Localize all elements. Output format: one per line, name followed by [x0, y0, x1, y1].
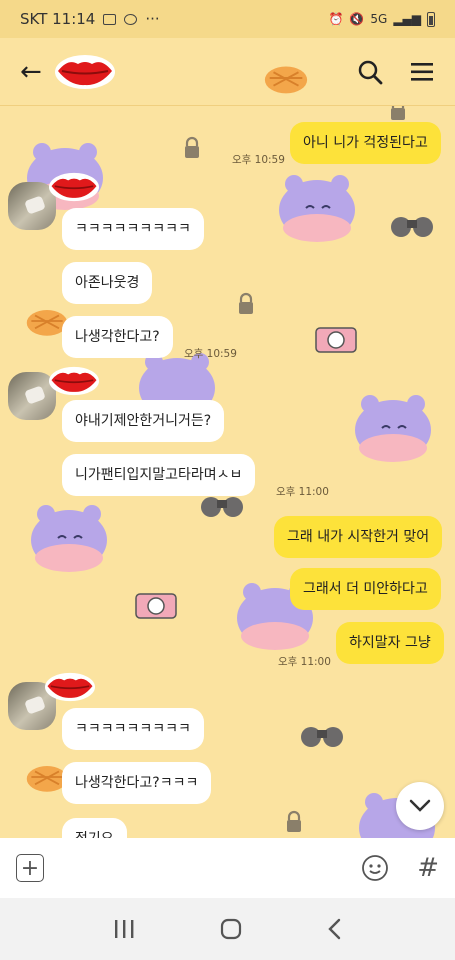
attach-button[interactable]: + — [16, 854, 44, 882]
message-bubble-received[interactable]: ㅋㅋㅋㅋㅋㅋㅋㅋㅋ — [62, 208, 204, 250]
system-nav-bar — [0, 898, 455, 960]
chat-header: ← — [0, 38, 455, 106]
message-bubble-sent[interactable]: 하지말자 그냥 — [336, 622, 444, 664]
lock-sticker — [287, 810, 301, 832]
lock-sticker — [239, 292, 253, 314]
lock-sticker — [185, 136, 199, 158]
lock-sticker — [391, 106, 405, 120]
message-bubble-received[interactable]: 나생각한다고?ㅋㅋㅋ — [62, 762, 212, 804]
back-nav-icon[interactable] — [327, 918, 343, 940]
hippo-sticker — [355, 395, 431, 462]
hashtag-search-button[interactable]: # — [417, 853, 439, 883]
status-bar: SKT 11:14 ··· ⏰ 🔇 5G ▂▄▆ — [0, 0, 455, 38]
hippo-sticker — [31, 505, 107, 572]
alarm-icon: ⏰ — [328, 12, 344, 26]
talk-icon — [124, 13, 138, 25]
camera-sticker — [135, 593, 177, 619]
bread-sticker — [264, 66, 308, 94]
message-time: 오후 10:59 — [232, 154, 285, 166]
message-input-bar: + # — [0, 838, 455, 898]
signal-icon: ▂▄▆ — [393, 12, 421, 26]
camera-sticker — [315, 327, 357, 353]
emoji-icon[interactable] — [361, 854, 389, 882]
network-label: 5G — [370, 12, 388, 26]
message-bubble-received[interactable]: 나생각한다고? — [62, 316, 173, 358]
menu-icon[interactable] — [409, 61, 435, 83]
search-icon[interactable] — [357, 59, 383, 85]
message-time: 오후 10:59 — [184, 348, 237, 360]
battery-icon — [427, 11, 435, 27]
message-bubble-received[interactable]: 야내기제안한거니거든? — [62, 400, 225, 442]
more-notifications: ··· — [145, 10, 160, 28]
message-bubble-sent[interactable]: 그래서 더 미안하다고 — [290, 568, 441, 610]
recent-apps-icon[interactable] — [113, 919, 135, 939]
message-bubble-sent[interactable]: 그래 내가 시작한거 맞어 — [274, 516, 443, 558]
sender-name-lips — [49, 366, 99, 396]
back-button[interactable]: ← — [20, 57, 52, 87]
message-bubble-received[interactable]: 아존나웃경 — [62, 262, 153, 304]
chat-partner-avatar[interactable] — [54, 54, 116, 90]
binoculars-sticker — [301, 727, 343, 747]
message-bubble-received[interactable]: ㅋㅋㅋㅋㅋㅋㅋㅋㅋ — [62, 708, 204, 750]
chevron-down-icon — [409, 799, 431, 812]
message-bubble-received[interactable]: 정기요 — [62, 818, 127, 838]
gallery-icon — [103, 13, 117, 25]
message-time: 오후 11:00 — [278, 656, 331, 668]
carrier-time: SKT 11:14 — [20, 10, 96, 28]
message-time: 오후 11:00 — [276, 486, 329, 498]
message-bubble-sent[interactable]: 아니 니가 걱정된다고 — [290, 122, 441, 164]
mute-icon: 🔇 — [349, 12, 365, 26]
binoculars-sticker — [391, 217, 433, 237]
scroll-to-bottom-button[interactable] — [396, 782, 444, 830]
sender-name-lips — [45, 672, 95, 702]
message-bubble-received[interactable]: 니가팬티입지말고타라며ㅅㅂ — [62, 454, 256, 496]
chat-message-list[interactable]: 아니 니가 걱정된다고 오후 10:59 ㅋㅋㅋㅋㅋㅋㅋㅋㅋ 아존나웃경 나생각… — [0, 106, 455, 838]
sender-name-lips — [49, 172, 99, 202]
home-icon[interactable] — [220, 918, 242, 940]
hippo-sticker — [279, 175, 355, 242]
